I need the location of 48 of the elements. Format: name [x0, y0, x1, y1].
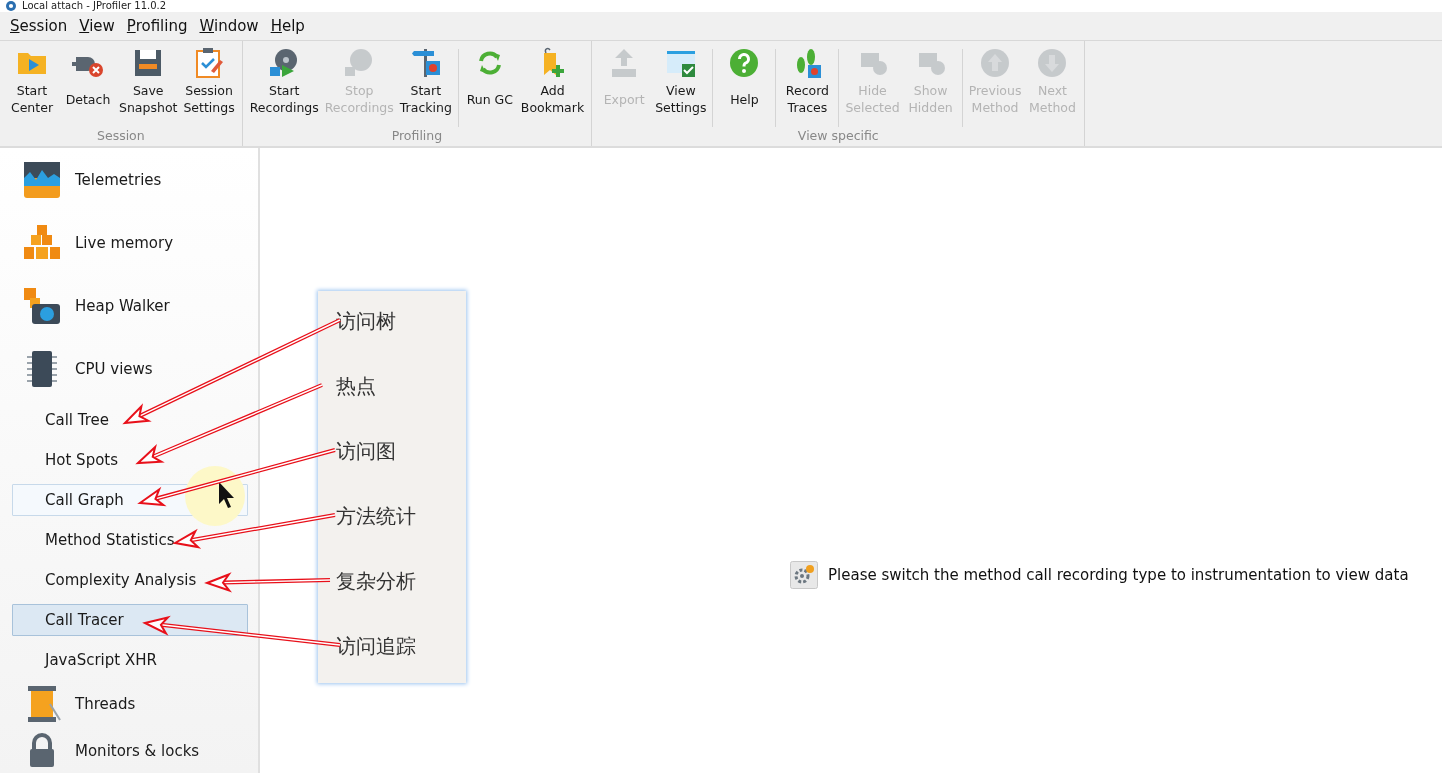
- toolbar-button[interactable]: Start Recordings: [246, 45, 322, 127]
- toolbar-group-label: Session: [97, 128, 145, 143]
- cubes-camera-icon: [22, 285, 62, 326]
- sidebar-item[interactable]: Call Tracer: [12, 604, 248, 636]
- sidebar-section[interactable]: Telemetries: [0, 148, 258, 211]
- sidebar-section[interactable]: Live memory: [0, 211, 258, 274]
- toolbar-button[interactable]: Start Center: [4, 45, 60, 127]
- chart-card-icon: [22, 159, 62, 200]
- gear-icon: [790, 561, 818, 589]
- up-arrow-circle-icon: [979, 47, 1012, 79]
- toolbar-button[interactable]: Help: [716, 45, 773, 127]
- down-arrow-circle-icon: [1036, 47, 1069, 79]
- clipboard-edit-icon: [193, 47, 226, 79]
- annotation-label: 访问树: [336, 309, 396, 333]
- toolbar-group-label: View specific: [797, 128, 879, 143]
- toolbar-button[interactable]: Save Snapshot: [116, 45, 181, 127]
- sidebar-item[interactable]: Call Tree: [12, 404, 248, 436]
- sidebar-section[interactable]: Threads: [0, 680, 258, 727]
- toolbar-button[interactable]: Session Settings: [180, 45, 238, 127]
- sidebar-item[interactable]: Method Statistics: [12, 524, 248, 556]
- toolbar-button[interactable]: Add Bookmark: [517, 45, 588, 127]
- toolbar-button[interactable]: Record Traces: [779, 45, 836, 127]
- annotation-label: 复杂分析: [336, 569, 416, 593]
- sidebar-section[interactable]: CPU views: [0, 337, 258, 400]
- sidebar-item[interactable]: Hot Spots: [12, 444, 248, 476]
- help-icon: [728, 47, 761, 79]
- window-title: Local attach - JProfiler 11.0.2: [22, 0, 167, 12]
- toolbar-group-label: Profiling: [391, 128, 443, 143]
- menu-item[interactable]: Session: [4, 17, 74, 35]
- toolbar-button[interactable]: View Settings: [652, 45, 710, 127]
- annotation-label: 热点: [336, 374, 376, 398]
- cursor-highlight: [185, 466, 245, 526]
- menu-item[interactable]: Window: [193, 17, 265, 35]
- toolbar-button[interactable]: Run GC: [461, 45, 518, 127]
- sidebar-section[interactable]: Heap Walker: [0, 274, 258, 337]
- menu-item[interactable]: Profiling: [120, 17, 194, 35]
- annotation-label: 方法统计: [336, 504, 416, 528]
- annotation-label: 访问图: [336, 439, 396, 463]
- sidebar-item[interactable]: Complexity Analysis: [12, 564, 248, 596]
- sidebar-item[interactable]: JavaScript XHR: [12, 644, 248, 676]
- menu-item[interactable]: View: [73, 17, 121, 35]
- toolbar-button[interactable]: Start Tracking: [396, 45, 455, 127]
- toolbar-button[interactable]: Detach: [60, 45, 116, 127]
- menu-item[interactable]: Help: [264, 17, 311, 35]
- mouse-pointer-icon: [219, 482, 234, 508]
- signpost-icon: [409, 47, 442, 79]
- sidebar-section[interactable]: Monitors & locks: [0, 727, 258, 773]
- info-message: Please switch the method call recording type to instrumentation to view data: [828, 566, 1409, 584]
